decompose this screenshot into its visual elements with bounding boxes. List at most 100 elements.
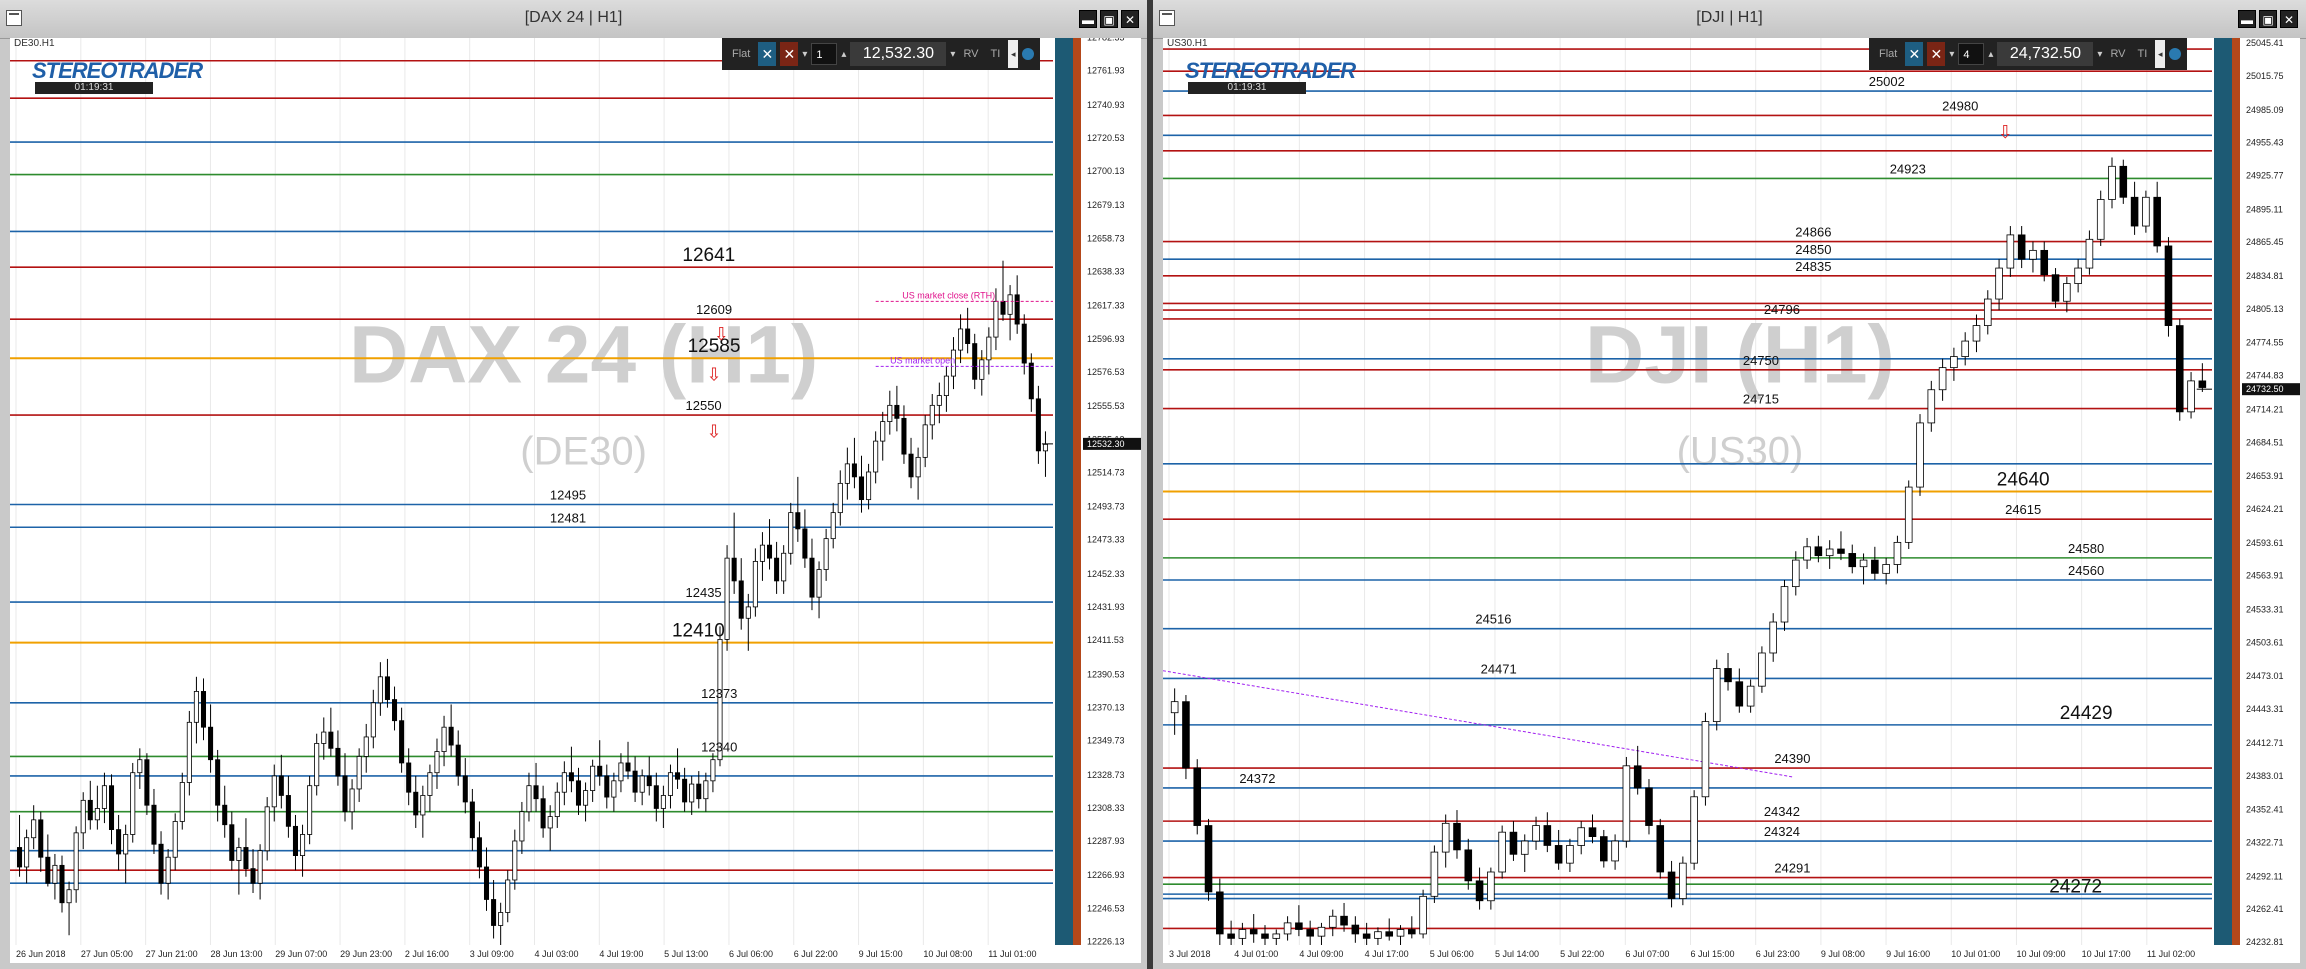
- dji-candle-body: [1272, 933, 1281, 939]
- dax-candle-body: [887, 404, 893, 423]
- dax-candle-body: [519, 811, 525, 842]
- dax-candle-body: [653, 785, 659, 809]
- dax-y-tick-label: 12658.73: [1087, 233, 1125, 243]
- dax-candle-body: [271, 775, 277, 808]
- dji-y-tick-label: 24865.45: [2246, 237, 2284, 247]
- dax-candle-body: [1028, 362, 1034, 400]
- dax-y-tick-label: 12720.53: [1087, 133, 1125, 143]
- rv-button[interactable]: RV: [2106, 42, 2129, 66]
- maximize-icon[interactable]: ▣: [1100, 10, 1118, 28]
- dax-candle-body: [809, 557, 815, 598]
- dji-y-tick-label: 24925.77: [2246, 170, 2284, 180]
- dax-candle-body: [200, 691, 207, 728]
- dax-candle-body: [880, 421, 886, 442]
- dax-chart-window[interactable]: [DAX 24 | H1] ▬ ▣ ✕ DAX 24 (H1) (DE30) 126…: [0, 0, 1147, 969]
- dax-down-arrow-icon: ⇩: [706, 364, 721, 385]
- close-icon[interactable]: ✕: [2280, 10, 2298, 28]
- dax-candle-body: [894, 404, 900, 419]
- dji-y-tick-label: 24955.43: [2246, 138, 2284, 148]
- dji-candle-body: [1566, 845, 1574, 864]
- dji-candle-body: [1374, 931, 1382, 939]
- quantity-field[interactable]: 4: [1958, 43, 1985, 65]
- ti-button[interactable]: TI: [2134, 42, 2152, 66]
- dax-y-tick-label: 12576.53: [1087, 367, 1125, 377]
- dropdown-icon[interactable]: ▾: [1949, 49, 1954, 60]
- dax-candle-body: [420, 795, 426, 816]
- dax-y-tick-label: 12246.53: [1087, 903, 1125, 913]
- dji-title-bar[interactable]: [DJI | H1] ▬ ▣ ✕: [1153, 0, 2306, 39]
- dji-candle-body: [1430, 851, 1439, 897]
- minimize-icon[interactable]: ▬: [2238, 10, 2256, 28]
- flat-button[interactable]: Flat: [728, 42, 754, 66]
- dax-trade-toolbar[interactable]: Flat ✕ ✕ ▾ 1 ▴ 12,532.30 ▾ RV TI ◂: [722, 38, 1041, 70]
- dax-candle-body: [958, 328, 964, 351]
- dji-candle-body: [2051, 274, 2060, 302]
- dji-y-tick-label: 24653.91: [2246, 471, 2284, 481]
- dax-candlestick-chart[interactable]: DAX 24 (H1)(DE30)12641126091258512550124…: [10, 38, 1141, 963]
- dax-level-label: 12410: [672, 621, 725, 642]
- dji-candlestick-chart[interactable]: DJI (H1) (US30) 25002 24980 24923 24866 24850 2…: [1163, 38, 2300, 963]
- dji-level-label: 24429: [2060, 703, 2113, 724]
- qty-up-icon[interactable]: ▴: [1988, 49, 1993, 60]
- dax-down-arrow-icon: ⇩: [714, 324, 729, 345]
- minimize-icon[interactable]: ▬: [1079, 10, 1097, 28]
- toolbar-scroll-icon[interactable]: ◂: [2155, 40, 2166, 68]
- qty-up-icon[interactable]: ▴: [841, 49, 846, 60]
- dax-level-label: 12481: [550, 510, 586, 525]
- dax-x-tick-label: 28 Jun 13:00: [210, 949, 262, 959]
- dji-chart-window[interactable]: [DJI | H1] ▬ ▣ ✕ DJI (H1) (US30) 25002 2498…: [1153, 0, 2306, 969]
- dji-candle-body: [1554, 845, 1563, 864]
- dji-candle-body: [1453, 822, 1461, 851]
- dropdown-icon[interactable]: ▾: [802, 49, 807, 60]
- dji-x-tick-label: 9 Jul 16:00: [1886, 949, 1930, 959]
- close-position-icon[interactable]: ✕: [758, 42, 777, 66]
- dax-candle-body: [767, 544, 773, 559]
- dax-chart-area[interactable]: DAX 24 (H1) (DE30) 12641 12609 12585 12550 124…: [10, 38, 1141, 963]
- dji-candle-body: [1916, 422, 1924, 488]
- dji-candle-body: [1520, 840, 1529, 855]
- dji-candle-body: [1509, 831, 1518, 855]
- dji-trade-toolbar[interactable]: Flat ✕ ✕ ▾ 4 ▴ 24,732.50 ▾ RV TI ◂: [1869, 38, 2188, 70]
- price-dropdown-icon[interactable]: ▾: [2097, 49, 2102, 60]
- dji-candle-body: [1351, 924, 1360, 935]
- dji-candle-body: [2153, 196, 2161, 247]
- cancel-orders-icon[interactable]: ✕: [1927, 42, 1946, 66]
- dji-candle-body: [1679, 862, 1687, 899]
- price-display: 24,732.50: [1997, 42, 2094, 66]
- dji-y-tick-label: 25045.41: [2246, 38, 2284, 48]
- dax-x-tick-label: 3 Jul 09:00: [470, 949, 514, 959]
- ti-button[interactable]: TI: [987, 42, 1005, 66]
- dji-chart-area[interactable]: DJI (H1) (US30) 25002 24980 24923 24866 24850 2…: [1163, 38, 2300, 963]
- dji-level-label: 24796: [1764, 302, 1800, 317]
- toolbar-scroll-icon[interactable]: ◂: [1008, 40, 1019, 68]
- dji-y-tick-label: 24352.41: [2246, 805, 2284, 815]
- price-dropdown-icon[interactable]: ▾: [950, 49, 955, 60]
- dji-x-tick-label: 5 Jul 14:00: [1495, 949, 1539, 959]
- dji-x-tick-label: 4 Jul 17:00: [1365, 949, 1409, 959]
- dji-candle-body: [2130, 196, 2139, 227]
- dax-candle-body: [547, 816, 553, 829]
- maximize-icon[interactable]: ▣: [2259, 10, 2277, 28]
- dji-candle-body: [1464, 849, 1473, 882]
- cancel-orders-icon[interactable]: ✕: [780, 42, 799, 66]
- dax-title-bar[interactable]: [DAX 24 | H1] ▬ ▣ ✕: [0, 0, 1147, 39]
- dax-y-tick-label: 12493.73: [1087, 502, 1125, 512]
- quantity-field[interactable]: 1: [811, 43, 838, 65]
- dax-candle-body: [993, 300, 999, 338]
- dax-y-tick-label: 12555.53: [1087, 401, 1125, 411]
- dji-candle-body: [1803, 546, 1811, 561]
- dax-candle-body: [186, 721, 192, 783]
- flat-button[interactable]: Flat: [1875, 42, 1901, 66]
- dji-candle-body: [2119, 165, 2128, 198]
- close-icon[interactable]: ✕: [1121, 10, 1139, 28]
- dax-candle-body: [328, 731, 334, 749]
- dax-candle-body: [215, 759, 221, 806]
- dax-x-tick-label: 6 Jul 06:00: [729, 949, 773, 959]
- dji-candle-body: [1487, 871, 1495, 902]
- dax-candle-body: [611, 780, 617, 798]
- dax-candle-body: [321, 731, 327, 744]
- rv-button[interactable]: RV: [959, 42, 982, 66]
- close-position-icon[interactable]: ✕: [1905, 42, 1924, 66]
- dji-x-tick-label: 4 Jul 01:00: [1234, 949, 1278, 959]
- dji-y-tick-label: 24533.31: [2246, 605, 2284, 615]
